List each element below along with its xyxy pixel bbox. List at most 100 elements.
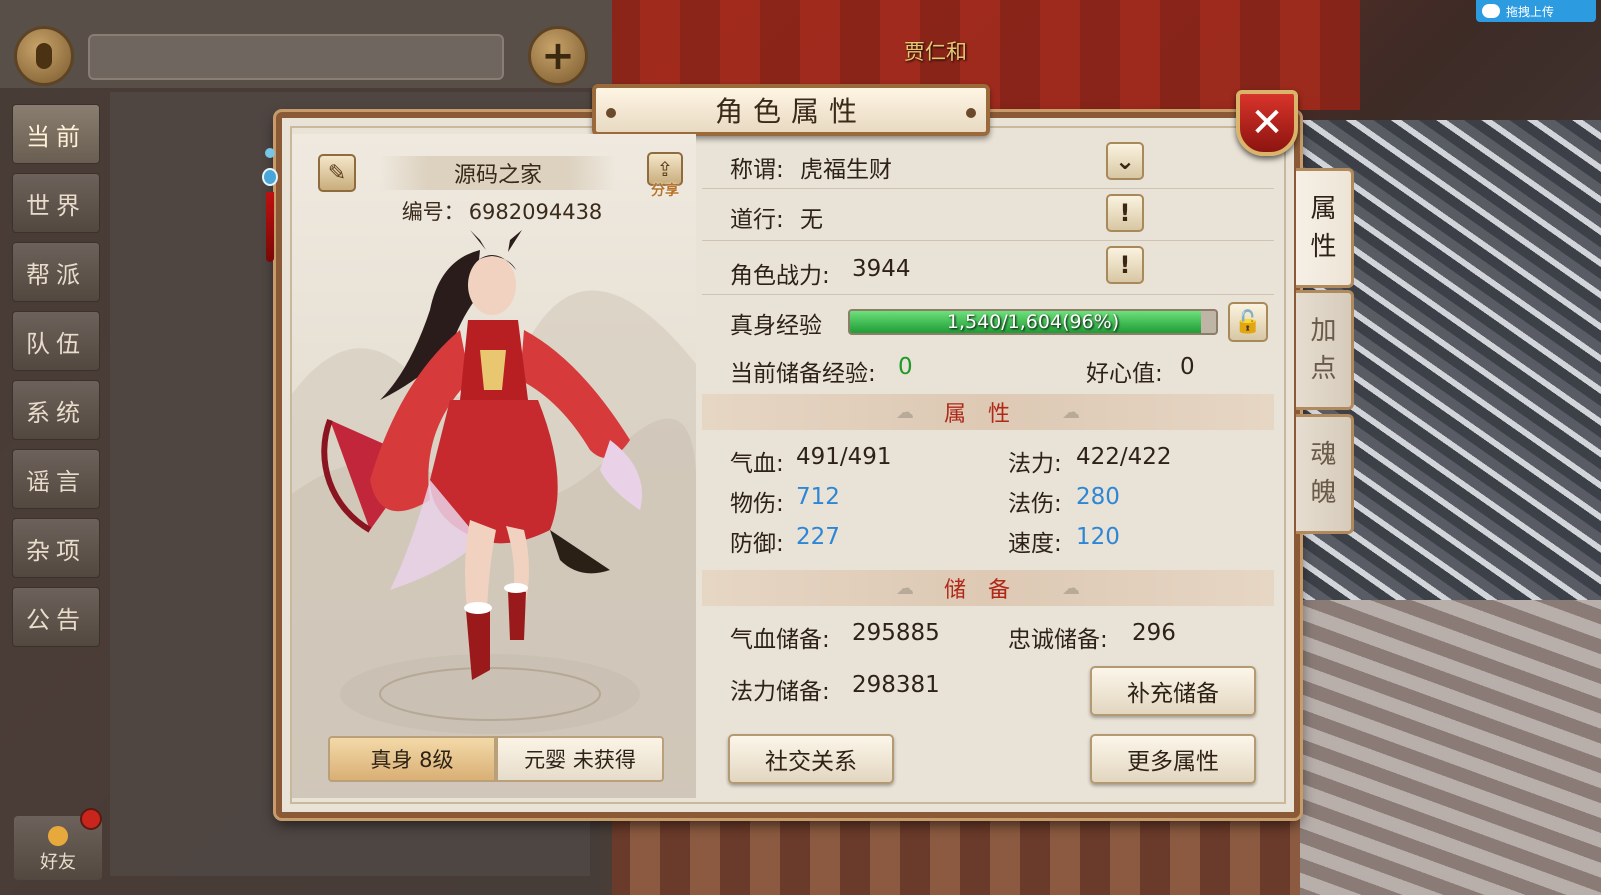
cloud-icon [1482,4,1500,18]
chat-input[interactable] [88,34,504,80]
dao-label: 道行: [730,207,784,233]
share-label: 分享 [651,183,679,199]
channel-tab-team[interactable]: 队伍 [12,311,100,371]
channel-tab-system[interactable]: 系统 [12,380,100,440]
power-value: 3944 [852,256,911,282]
add-button[interactable]: + [528,26,588,86]
divider [702,294,1274,295]
phy-atk-label: 物伤: [730,491,784,517]
kindness-label: 好心值: [1086,361,1163,387]
snowy-ground [1280,600,1601,895]
jade-tassel-ornament [262,128,278,268]
edit-name-button[interactable]: ✎ [318,154,356,192]
social-relations-button[interactable]: 社交关系 [728,734,894,784]
channel-tab-world[interactable]: 世界 [12,173,100,233]
divider [702,188,1274,189]
channel-tab-rumor[interactable]: 谣言 [12,449,100,509]
defense-label: 防御: [730,531,784,557]
power-info-button[interactable]: ! [1106,246,1144,284]
tab-nascent-soul[interactable]: 元婴 未获得 [496,736,664,782]
tab-true-body[interactable]: 真身 8级 [328,736,496,782]
speed-label: 速度: [1008,531,1062,557]
id-value: 6982094438 [468,200,603,224]
reserve-section-header: ☁ 储备 ☁ [702,570,1274,606]
reserve-section-label: 储备 [943,578,1032,603]
exp-progress-bar: 1,540/1,604(96%) [848,309,1218,335]
title-label: 称谓: [730,157,784,183]
side-tab-points[interactable]: 加点 [1296,290,1354,410]
exclamation-icon: ! [1119,251,1131,279]
close-icon: ✕ [1250,100,1284,146]
person-icon [48,826,68,846]
wooden-floor [600,810,1300,895]
mag-atk-label: 法伤: [1008,491,1062,517]
power-label: 角色战力: [730,263,830,289]
upload-button[interactable]: 拖拽上传 [1476,0,1596,22]
dao-info-button[interactable]: ! [1106,194,1144,232]
friends-label: 好友 [40,852,76,873]
side-tab-soul[interactable]: 魂魄 [1296,414,1354,534]
mp-reserve-value: 298381 [852,672,940,698]
exp-progress-text: 1,540/1,604(96%) [946,311,1120,333]
dialog-title: 角色属性 [592,84,990,136]
hp-reserve-value: 295885 [852,620,940,646]
kindness-value: 0 [1180,354,1195,380]
side-tab-attributes[interactable]: 属性 [1296,168,1354,288]
voice-button[interactable] [14,26,74,86]
attributes-section-header: ☁ 属性 ☁ [702,394,1274,430]
more-attributes-button[interactable]: 更多属性 [1090,734,1256,784]
phy-atk-value: 712 [796,484,840,510]
exp-label: 真身经验 [730,313,822,339]
channel-tab-current[interactable]: 当前 [12,104,100,164]
mp-value: 422/422 [1076,444,1172,470]
mag-atk-value: 280 [1076,484,1120,510]
upload-label: 拖拽上传 [1506,4,1555,19]
cloud-icon: ☁ [895,577,914,599]
npc-name-label[interactable]: 贾仁和 [904,36,967,66]
tassel-icon [266,192,274,262]
gourd-icon [262,168,278,186]
exp-lock-button[interactable]: 🔓 [1228,302,1268,342]
hp-reserve-label: 气血储备: [730,627,830,653]
character-portrait [321,230,642,680]
divider [702,240,1274,241]
loyalty-reserve-label: 忠诚储备: [1008,627,1108,653]
title-value: 虎福生财 [800,157,892,183]
side-tab-label: 魂魄 [1310,440,1337,508]
loyalty-reserve-value: 296 [1132,620,1176,646]
cloud-icon: ☁ [1062,401,1080,423]
hp-value: 491/491 [796,444,892,470]
unlock-icon: 🔓 [1234,309,1262,335]
chevron-down-icon: ⌄ [1114,147,1136,175]
cloud-icon: ☁ [895,401,914,423]
cloud-icon: ☁ [1062,577,1080,599]
id-label: 编号： [401,200,465,224]
mp-reserve-label: 法力储备: [730,679,830,705]
share-button[interactable]: ⇪ 分享 [644,152,686,206]
pencil-icon: ✎ [327,160,347,186]
plus-icon: + [541,33,575,79]
channel-tab-misc[interactable]: 杂项 [12,518,100,578]
channel-list: 当前 世界 帮派 队伍 系统 谣言 杂项 公告 [12,104,102,656]
side-tab-label: 属性 [1310,194,1337,262]
exclamation-icon: ! [1119,199,1131,227]
close-button[interactable]: ✕ [1236,90,1298,156]
refill-reserve-button[interactable]: 补充储备 [1090,666,1256,716]
channel-tab-guild[interactable]: 帮派 [12,242,100,302]
attributes-section-label: 属性 [943,402,1032,427]
dao-value: 无 [800,207,823,233]
defense-value: 227 [796,524,840,550]
mp-label: 法力: [1008,451,1062,477]
side-tab-label: 加点 [1310,316,1337,384]
stored-exp-value: 0 [898,354,913,380]
realm-tabs: 真身 8级 元婴 未获得 [328,736,664,782]
notification-dot [80,808,102,830]
microphone-icon [36,43,52,69]
title-dropdown-button[interactable]: ⌄ [1106,142,1144,180]
character-name: 源码之家 [380,156,616,190]
stored-exp-label: 当前储备经验: [730,361,876,387]
channel-tab-notice[interactable]: 公告 [12,587,100,647]
speed-value: 120 [1076,524,1120,550]
bead-icon [265,148,275,158]
character-id: 编号： 6982094438 [390,196,610,224]
